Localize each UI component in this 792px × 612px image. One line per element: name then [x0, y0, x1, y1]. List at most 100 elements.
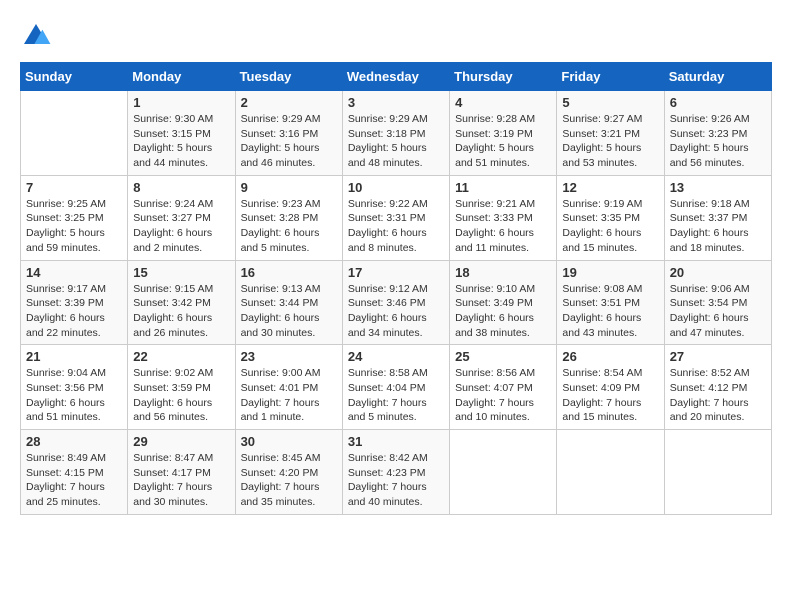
day-info: Sunrise: 8:47 AM Sunset: 4:17 PM Dayligh…	[133, 451, 229, 510]
day-info: Sunrise: 8:54 AM Sunset: 4:09 PM Dayligh…	[562, 366, 658, 425]
calendar-cell: 28 Sunrise: 8:49 AM Sunset: 4:15 PM Dayli…	[21, 430, 128, 515]
calendar-cell: 23 Sunrise: 9:00 AM Sunset: 4:01 PM Dayli…	[235, 345, 342, 430]
calendar-table: SundayMondayTuesdayWednesdayThursdayFrid…	[20, 62, 772, 515]
calendar-header-wednesday: Wednesday	[342, 63, 449, 91]
day-number: 1	[133, 95, 229, 110]
calendar-cell: 25 Sunrise: 8:56 AM Sunset: 4:07 PM Dayli…	[450, 345, 557, 430]
calendar-cell: 11Sunrise: 9:21 AM Sunset: 3:33 PM Dayli…	[450, 175, 557, 260]
calendar-cell	[21, 91, 128, 176]
day-info: Sunrise: 8:52 AM Sunset: 4:12 PM Dayligh…	[670, 366, 766, 425]
day-number: 13	[670, 180, 766, 195]
day-number: 28	[26, 434, 122, 449]
day-number: 8	[133, 180, 229, 195]
calendar-cell: 22 Sunrise: 9:02 AM Sunset: 3:59 PM Dayli…	[128, 345, 235, 430]
day-number: 23	[241, 349, 337, 364]
day-info: Sunrise: 8:58 AM Sunset: 4:04 PM Dayligh…	[348, 366, 444, 425]
calendar-header-monday: Monday	[128, 63, 235, 91]
calendar-cell: 12 Sunrise: 9:19 AM Sunset: 3:35 PM Dayli…	[557, 175, 664, 260]
day-info: Sunrise: 9:25 AM Sunset: 3:25 PM Dayligh…	[26, 197, 122, 256]
calendar-week-row: 28 Sunrise: 8:49 AM Sunset: 4:15 PM Dayli…	[21, 430, 772, 515]
day-number: 18	[455, 265, 551, 280]
logo-icon	[20, 20, 52, 52]
calendar-cell: 4 Sunrise: 9:28 AM Sunset: 3:19 PM Daylig…	[450, 91, 557, 176]
day-number: 17	[348, 265, 444, 280]
calendar-cell: 2 Sunrise: 9:29 AM Sunset: 3:16 PM Daylig…	[235, 91, 342, 176]
calendar-cell: 24Sunrise: 8:58 AM Sunset: 4:04 PM Dayli…	[342, 345, 449, 430]
calendar-cell: 5 Sunrise: 9:27 AM Sunset: 3:21 PM Daylig…	[557, 91, 664, 176]
calendar-cell: 26 Sunrise: 8:54 AM Sunset: 4:09 PM Dayli…	[557, 345, 664, 430]
day-info: Sunrise: 9:17 AM Sunset: 3:39 PM Dayligh…	[26, 282, 122, 341]
calendar-cell: 30Sunrise: 8:45 AM Sunset: 4:20 PM Dayli…	[235, 430, 342, 515]
calendar-cell: 29 Sunrise: 8:47 AM Sunset: 4:17 PM Dayli…	[128, 430, 235, 515]
day-number: 4	[455, 95, 551, 110]
day-info: Sunrise: 9:08 AM Sunset: 3:51 PM Dayligh…	[562, 282, 658, 341]
page-header	[20, 20, 772, 52]
day-number: 19	[562, 265, 658, 280]
calendar-cell: 9 Sunrise: 9:23 AM Sunset: 3:28 PM Daylig…	[235, 175, 342, 260]
day-info: Sunrise: 9:00 AM Sunset: 4:01 PM Dayligh…	[241, 366, 337, 425]
calendar-cell: 8 Sunrise: 9:24 AM Sunset: 3:27 PM Daylig…	[128, 175, 235, 260]
day-number: 6	[670, 95, 766, 110]
day-info: Sunrise: 9:18 AM Sunset: 3:37 PM Dayligh…	[670, 197, 766, 256]
day-info: Sunrise: 9:26 AM Sunset: 3:23 PM Dayligh…	[670, 112, 766, 171]
calendar-cell: 19 Sunrise: 9:08 AM Sunset: 3:51 PM Dayli…	[557, 260, 664, 345]
calendar-week-row: 7Sunrise: 9:25 AM Sunset: 3:25 PM Daylig…	[21, 175, 772, 260]
calendar-week-row: 1Sunrise: 9:30 AM Sunset: 3:15 PM Daylig…	[21, 91, 772, 176]
day-number: 15	[133, 265, 229, 280]
calendar-header-tuesday: Tuesday	[235, 63, 342, 91]
day-number: 26	[562, 349, 658, 364]
day-info: Sunrise: 9:06 AM Sunset: 3:54 PM Dayligh…	[670, 282, 766, 341]
day-info: Sunrise: 9:29 AM Sunset: 3:18 PM Dayligh…	[348, 112, 444, 171]
day-number: 25	[455, 349, 551, 364]
calendar-cell: 17 Sunrise: 9:12 AM Sunset: 3:46 PM Dayli…	[342, 260, 449, 345]
day-number: 10	[348, 180, 444, 195]
day-info: Sunrise: 9:10 AM Sunset: 3:49 PM Dayligh…	[455, 282, 551, 341]
day-number: 30	[241, 434, 337, 449]
calendar-header-sunday: Sunday	[21, 63, 128, 91]
day-number: 27	[670, 349, 766, 364]
day-number: 16	[241, 265, 337, 280]
day-info: Sunrise: 8:56 AM Sunset: 4:07 PM Dayligh…	[455, 366, 551, 425]
calendar-cell: 15 Sunrise: 9:15 AM Sunset: 3:42 PM Dayli…	[128, 260, 235, 345]
day-info: Sunrise: 9:19 AM Sunset: 3:35 PM Dayligh…	[562, 197, 658, 256]
calendar-cell: 7Sunrise: 9:25 AM Sunset: 3:25 PM Daylig…	[21, 175, 128, 260]
day-info: Sunrise: 9:24 AM Sunset: 3:27 PM Dayligh…	[133, 197, 229, 256]
logo	[20, 20, 56, 52]
calendar-cell: 16Sunrise: 9:13 AM Sunset: 3:44 PM Dayli…	[235, 260, 342, 345]
calendar-week-row: 14 Sunrise: 9:17 AM Sunset: 3:39 PM Dayli…	[21, 260, 772, 345]
day-number: 12	[562, 180, 658, 195]
calendar-cell: 13 Sunrise: 9:18 AM Sunset: 3:37 PM Dayli…	[664, 175, 771, 260]
calendar-cell: 6 Sunrise: 9:26 AM Sunset: 3:23 PM Daylig…	[664, 91, 771, 176]
day-number: 5	[562, 95, 658, 110]
day-number: 2	[241, 95, 337, 110]
day-info: Sunrise: 8:42 AM Sunset: 4:23 PM Dayligh…	[348, 451, 444, 510]
day-number: 22	[133, 349, 229, 364]
day-number: 29	[133, 434, 229, 449]
day-number: 9	[241, 180, 337, 195]
calendar-cell: 21 Sunrise: 9:04 AM Sunset: 3:56 PM Dayli…	[21, 345, 128, 430]
day-info: Sunrise: 9:27 AM Sunset: 3:21 PM Dayligh…	[562, 112, 658, 171]
calendar-cell: 3 Sunrise: 9:29 AM Sunset: 3:18 PM Daylig…	[342, 91, 449, 176]
day-number: 11	[455, 180, 551, 195]
day-number: 31	[348, 434, 444, 449]
day-info: Sunrise: 8:49 AM Sunset: 4:15 PM Dayligh…	[26, 451, 122, 510]
day-number: 14	[26, 265, 122, 280]
calendar-cell: 14 Sunrise: 9:17 AM Sunset: 3:39 PM Dayli…	[21, 260, 128, 345]
day-number: 3	[348, 95, 444, 110]
calendar-cell: 1Sunrise: 9:30 AM Sunset: 3:15 PM Daylig…	[128, 91, 235, 176]
day-info: Sunrise: 9:04 AM Sunset: 3:56 PM Dayligh…	[26, 366, 122, 425]
day-number: 21	[26, 349, 122, 364]
day-info: Sunrise: 9:12 AM Sunset: 3:46 PM Dayligh…	[348, 282, 444, 341]
day-info: Sunrise: 9:22 AM Sunset: 3:31 PM Dayligh…	[348, 197, 444, 256]
calendar-cell: 20 Sunrise: 9:06 AM Sunset: 3:54 PM Dayli…	[664, 260, 771, 345]
calendar-header-row: SundayMondayTuesdayWednesdayThursdayFrid…	[21, 63, 772, 91]
day-info: Sunrise: 9:23 AM Sunset: 3:28 PM Dayligh…	[241, 197, 337, 256]
day-number: 20	[670, 265, 766, 280]
day-info: Sunrise: 9:29 AM Sunset: 3:16 PM Dayligh…	[241, 112, 337, 171]
calendar-cell: 27 Sunrise: 8:52 AM Sunset: 4:12 PM Dayli…	[664, 345, 771, 430]
day-info: Sunrise: 9:15 AM Sunset: 3:42 PM Dayligh…	[133, 282, 229, 341]
day-info: Sunrise: 9:02 AM Sunset: 3:59 PM Dayligh…	[133, 366, 229, 425]
calendar-header-thursday: Thursday	[450, 63, 557, 91]
calendar-header-friday: Friday	[557, 63, 664, 91]
day-info: Sunrise: 9:28 AM Sunset: 3:19 PM Dayligh…	[455, 112, 551, 171]
